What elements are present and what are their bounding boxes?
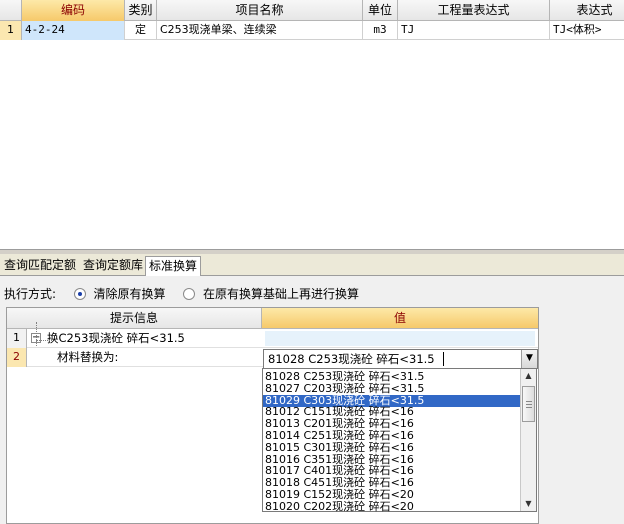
radio-clear-existing-label[interactable]: 清除原有换算 [94,287,166,301]
cell-expression[interactable]: TJ<体积> [550,21,624,40]
cell-name[interactable]: C253现浇单梁、连续梁 [157,21,363,40]
tree-connector [36,322,37,346]
tab-quota-library[interactable]: 查询定额库 [80,256,146,276]
panel-background [540,307,624,524]
conversion-info: 换C253现浇砼 碎石<31.5 [47,331,185,345]
material-select[interactable]: 81028 C253现浇砼 碎石<31.5 ▼ [263,349,538,369]
dropdown-option[interactable]: 81020 C202现浇砼 碎石<20 [263,500,521,513]
cell-category[interactable]: 定 [125,21,157,40]
radio-append-conversion[interactable] [183,288,196,300]
column-header-code[interactable]: 编码 [22,0,125,21]
tree-connector [36,340,52,341]
value-cell-empty[interactable] [265,331,535,346]
cell-unit[interactable]: m3 [363,21,398,40]
radio-append-conversion-label[interactable]: 在原有换算基础上再进行换算 [203,287,359,301]
scroll-up-icon[interactable]: ▲ [521,369,536,383]
chevron-down-icon[interactable]: ▼ [521,350,537,368]
text-caret [443,352,444,366]
material-select-value[interactable]: 81028 C253现浇砼 碎石<31.5 [268,350,435,368]
column-header-expression[interactable]: 表达式 [550,0,624,21]
exec-mode-row: 执行方式: 清除原有换算 在原有换算基础上再进行换算 [4,286,359,302]
table-row[interactable]: 1 − 换C253现浇砼 碎石<31.5 [7,329,538,348]
exec-mode-label: 执行方式: [4,287,57,301]
column-header-info[interactable]: 提示信息 [7,308,262,329]
material-dropdown-list[interactable]: 81028 C253现浇砼 碎石<31.5 81027 C203现浇砼 碎石<31… [262,368,537,512]
tab-standard-conversion[interactable]: 标准换算 [145,256,202,277]
row-number[interactable]: 1 [7,329,27,348]
cell-code[interactable]: 4-2-24 [22,21,125,40]
dropdown-scrollbar[interactable]: ▲ ▼ [520,369,536,511]
tab-match-quota[interactable]: 查询匹配定额 [1,256,79,276]
radio-clear-existing[interactable] [73,288,86,300]
material-replace-label: 材料替换为: [57,350,119,364]
quota-grid: 编码 类别 项目名称 单位 工程量表达式 表达式 1 4-2-24 定 C253… [0,0,624,250]
dropdown-option[interactable]: 81027 C203现浇砼 碎石<31.5 [263,382,521,395]
tab-bar: 查询匹配定额 查询定额库 标准换算 [0,254,624,277]
quota-grid-header: 编码 类别 项目名称 单位 工程量表达式 表达式 [0,0,624,21]
column-header-category[interactable]: 类别 [125,0,157,21]
column-header-name[interactable]: 项目名称 [157,0,363,21]
dropdown-option[interactable]: 81015 C301现浇砼 碎石<16 [263,441,521,454]
row-number-header [0,0,22,21]
row-number[interactable]: 1 [0,21,22,40]
cell-qty-expression[interactable]: TJ [398,21,550,40]
scroll-thumb[interactable] [522,386,535,422]
table-row[interactable]: 1 4-2-24 定 C253现浇单梁、连续梁 m3 TJ TJ<体积> [0,21,624,40]
row-number[interactable]: 2 [7,348,27,367]
scroll-down-icon[interactable]: ▼ [521,497,536,511]
column-header-value[interactable]: 值 [262,308,538,329]
column-header-qty-expression[interactable]: 工程量表达式 [398,0,550,21]
column-header-unit[interactable]: 单位 [363,0,398,21]
